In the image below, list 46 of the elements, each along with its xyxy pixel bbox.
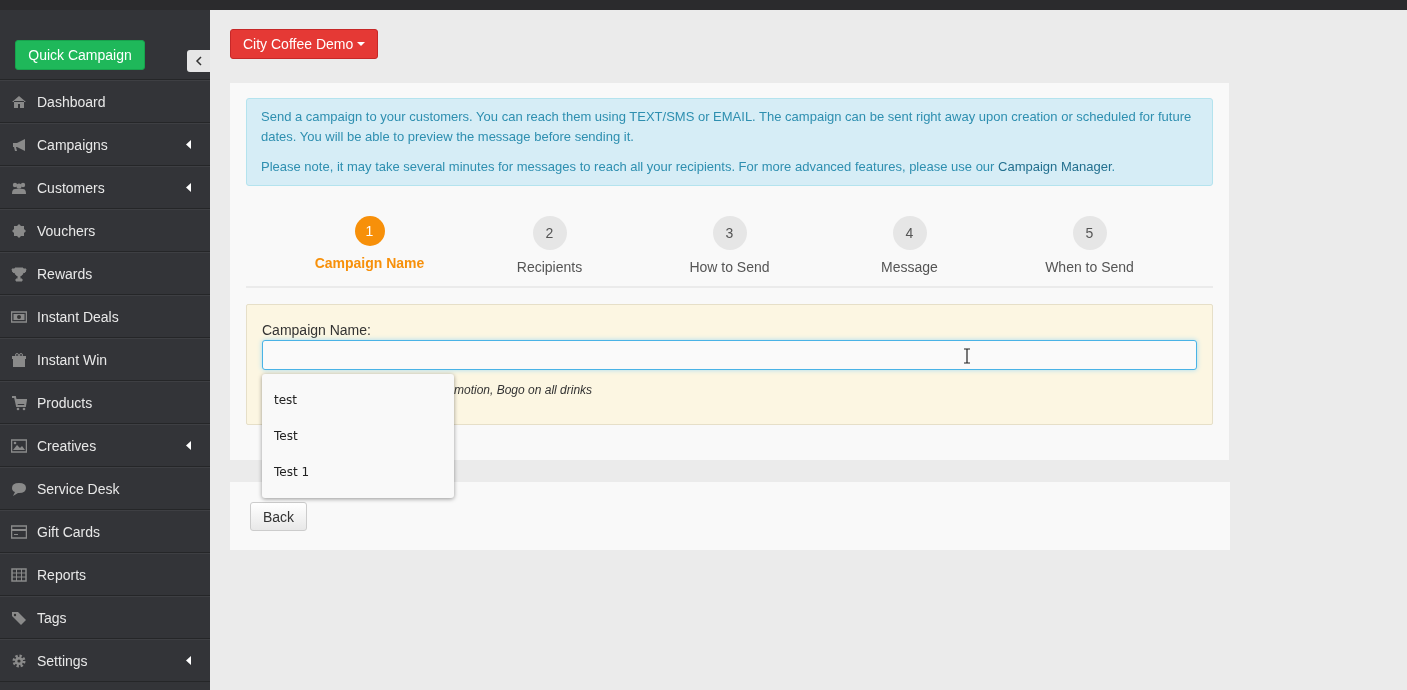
chevron-left-icon — [194, 56, 203, 66]
cart-icon — [11, 394, 27, 411]
house-icon — [11, 93, 27, 110]
nav-item[interactable]: Creatives — [0, 424, 210, 467]
back-button[interactable]: Back — [250, 502, 308, 531]
nav-item[interactable]: Settings — [0, 639, 210, 682]
nav-item[interactable]: Rewards — [0, 252, 210, 295]
campaign-name-field[interactable] — [262, 340, 1197, 370]
nav-item[interactable]: Vouchers — [0, 209, 210, 252]
hint-text: motion, Bogo on all drinks — [453, 383, 594, 397]
collapse-button[interactable] — [187, 50, 210, 72]
suggestion-item[interactable]: Test — [262, 418, 454, 454]
trophy-icon — [11, 265, 27, 282]
megaphone-icon — [11, 136, 27, 153]
nav-item[interactable]: Gift Cards — [0, 510, 210, 553]
nav-item[interactable]: Dashboard — [0, 80, 210, 123]
info-text: Send a campaign to your customers. You can reach them using TEXT/SMS or EMAIL. The campaign can be sent right away upon creation or scheduled for future dates. You will be able to preview the message before sending it. — [261, 108, 1193, 146]
wizard-step[interactable]: 4 Message — [819, 216, 1000, 276]
nav-item[interactable]: Customers — [0, 166, 210, 209]
caret-icon — [357, 42, 366, 46]
wizard-step[interactable]: 2 Recipients — [459, 216, 640, 276]
image-icon — [11, 437, 27, 454]
nav-item[interactable]: Campaigns — [0, 123, 210, 166]
gift-icon — [11, 351, 27, 368]
badge-icon — [11, 222, 27, 239]
wizard-step[interactable]: 5 When to Send — [999, 216, 1180, 276]
banknote-icon — [11, 308, 27, 325]
credit-card-icon — [11, 523, 27, 540]
suggestion-item[interactable]: Test 1 — [262, 454, 454, 490]
nav-item[interactable]: Tags — [0, 596, 210, 639]
settings-icon — [11, 652, 27, 669]
nav-item[interactable]: Instant Deals — [0, 295, 210, 338]
grid-icon — [11, 566, 27, 583]
info-text: Please note, it may take several minutes for messages to reach all your recipients. For more advanced features, please use our Campaign Manager. — [261, 158, 1117, 176]
nav-item[interactable]: Products — [0, 381, 210, 424]
nav-item[interactable]: Reports — [0, 553, 210, 596]
text-cursor-icon — [963, 348, 971, 364]
tag-icon — [11, 609, 27, 626]
nav-item[interactable]: Service Desk — [0, 467, 210, 510]
wizard-step[interactable]: 3 How to Send — [639, 216, 820, 276]
nav-item[interactable]: Instant Win — [0, 338, 210, 381]
suggestion-item[interactable]: test — [262, 382, 454, 418]
account-dropdown-button[interactable]: City Coffee Demo — [230, 29, 379, 59]
campaign-manager-link[interactable]: Campaign Manager — [998, 159, 1112, 174]
field-label: Campaign Name: — [262, 322, 372, 338]
speech-bubble-icon — [11, 480, 27, 497]
